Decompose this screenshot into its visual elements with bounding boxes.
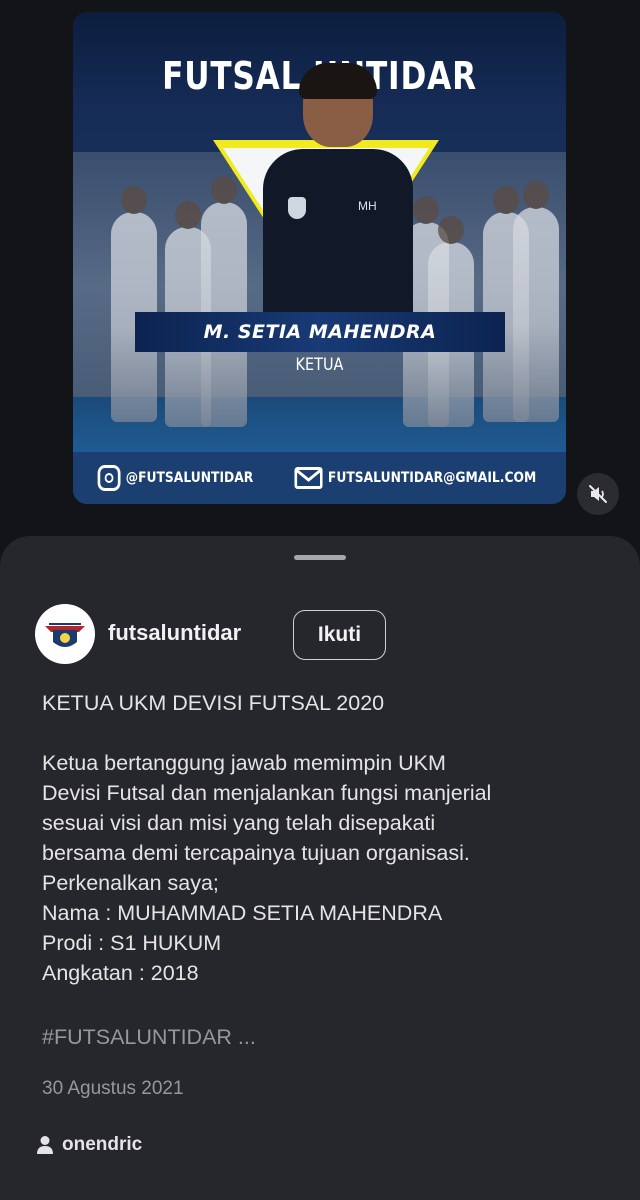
- player-name-banner: M. SETIA MAHENDRA: [135, 312, 505, 352]
- caption-line: Devisi Futsal dan menjalankan fungsi man…: [42, 781, 492, 805]
- featured-player: MH: [263, 63, 413, 322]
- audio-attribution[interactable]: onendric: [36, 1134, 142, 1156]
- post-caption: KETUA UKM DEVISI FUTSAL 2020 Ketua berta…: [42, 688, 602, 988]
- instagram-handle: @FUTSALUNTIDAR: [125, 470, 253, 486]
- player-figure: [513, 181, 559, 422]
- caption-line: Ketua bertanggung jawab memimpin UKM: [42, 751, 446, 775]
- club-logo-icon: [40, 609, 90, 659]
- avatar[interactable]: [35, 604, 95, 664]
- jersey-initials: MH: [358, 199, 377, 213]
- account-username[interactable]: futsaluntidar: [108, 620, 241, 646]
- mute-button[interactable]: [577, 473, 619, 515]
- muted-speaker-icon: [589, 485, 607, 503]
- email-address: FUTSALUNTIDAR@GMAIL.COM: [327, 470, 536, 486]
- caption-title: KETUA UKM DEVISI FUTSAL 2020: [42, 691, 385, 715]
- post-date: 30 Agustus 2021: [42, 1078, 184, 1099]
- caption-line: Nama : MUHAMMAD SETIA MAHENDRA: [42, 901, 443, 925]
- caption-line: Prodi : S1 HUKUM: [42, 931, 222, 955]
- caption-line: bersama demi tercapainya tujuan organisa…: [42, 841, 470, 865]
- follow-button[interactable]: Ikuti: [293, 610, 386, 660]
- hashtags-more[interactable]: #FUTSALUNTIDAR ...: [42, 1025, 256, 1050]
- caption-line: Perkenalkan saya;: [42, 871, 219, 895]
- instagram-contact: @FUTSALUNTIDAR: [97, 465, 253, 491]
- post-details-sheet: futsaluntidar Ikuti KETUA UKM DEVISI FUT…: [0, 536, 640, 1200]
- instagram-icon: [97, 465, 121, 491]
- mail-icon: [294, 467, 323, 489]
- player-role: KETUA: [295, 355, 344, 375]
- person-icon: [37, 1136, 53, 1154]
- contact-bar: @FUTSALUNTIDAR FUTSALUNTIDAR@GMAIL.COM: [73, 452, 566, 504]
- club-badge-icon: [288, 197, 306, 219]
- caption-line: Angkatan : 2018: [42, 961, 199, 985]
- drag-handle[interactable]: [294, 555, 346, 560]
- email-contact: FUTSALUNTIDAR@GMAIL.COM: [294, 467, 536, 489]
- caption-line: sesuai visi dan misi yang telah disepaka…: [42, 811, 436, 835]
- audio-username: onendric: [62, 1134, 143, 1155]
- post-image[interactable]: FUTSAL UNTIDAR MH M. SETIA MAHENDRA KETU…: [73, 12, 566, 504]
